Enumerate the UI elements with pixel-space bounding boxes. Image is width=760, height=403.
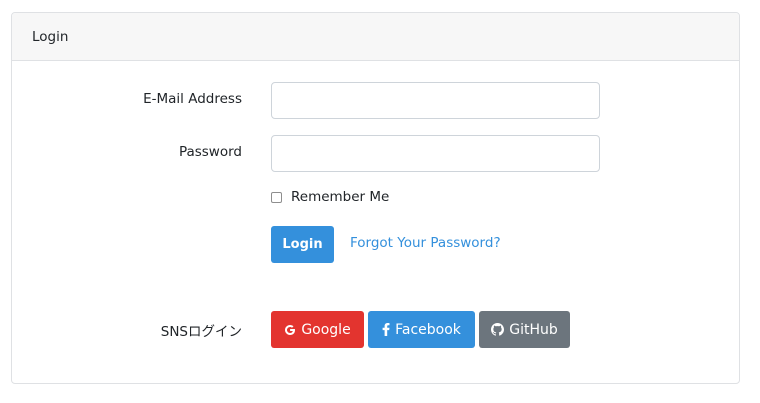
remember-me-checkbox[interactable] <box>271 191 282 203</box>
google-icon <box>284 324 296 336</box>
github-button-label: GitHub <box>509 321 558 338</box>
remember-me-label[interactable]: Remember Me <box>291 189 389 205</box>
password-input[interactable] <box>271 135 600 172</box>
card-header: Login <box>12 13 739 61</box>
email-input[interactable] <box>271 82 600 119</box>
card-title: Login <box>32 28 69 45</box>
login-card: Login E-Mail Address Password Remember M… <box>11 12 740 384</box>
remember-me-row[interactable]: Remember Me <box>271 189 389 205</box>
login-button-label: Login <box>282 237 323 252</box>
email-label: E-Mail Address <box>143 91 242 107</box>
password-label: Password <box>178 144 242 160</box>
facebook-icon <box>382 323 390 336</box>
google-button-label: Google <box>301 321 351 338</box>
sns-login-label: SNSログイン <box>160 324 242 340</box>
google-login-button[interactable]: Google <box>271 311 364 348</box>
facebook-login-button[interactable]: Facebook <box>368 311 475 348</box>
login-button[interactable]: Login <box>271 226 334 263</box>
facebook-button-label: Facebook <box>395 321 461 338</box>
github-login-button[interactable]: GitHub <box>479 311 570 348</box>
github-icon <box>491 323 505 336</box>
forgot-password-link[interactable]: Forgot Your Password? <box>350 235 501 251</box>
